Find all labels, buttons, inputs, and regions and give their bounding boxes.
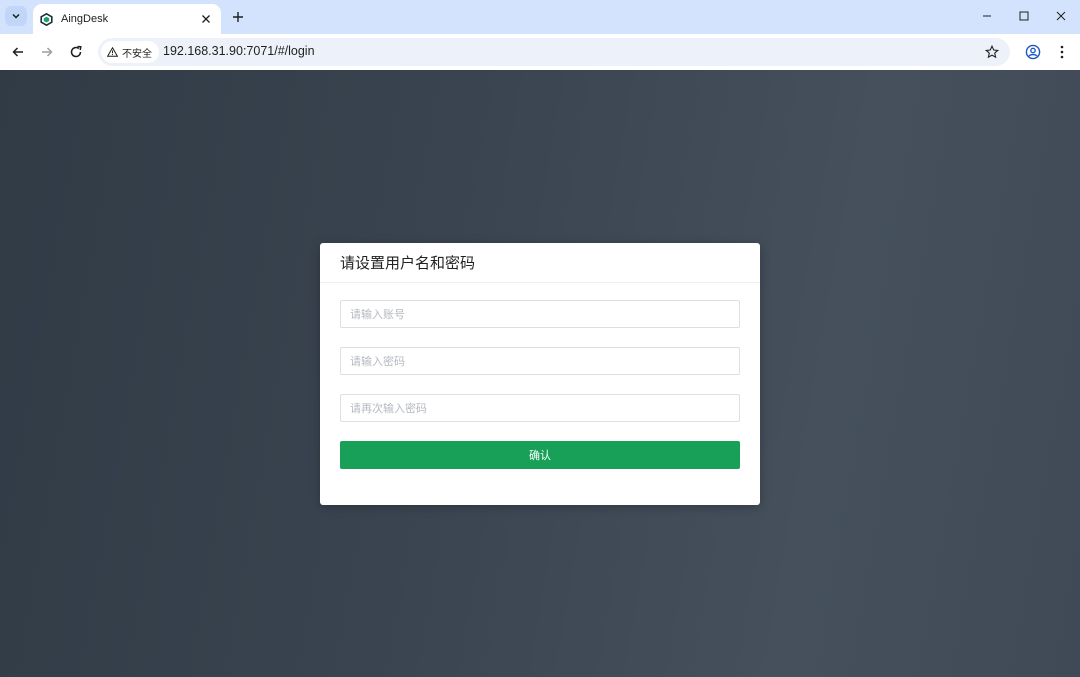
close-window-icon (1056, 11, 1066, 21)
reload-icon (70, 45, 82, 58)
tab-strip: AingDesk (0, 0, 1080, 34)
profile-icon (1025, 44, 1041, 60)
aingdesk-favicon-icon (40, 12, 53, 26)
password-input[interactable] (340, 347, 740, 375)
arrow-left-icon (12, 47, 23, 57)
minimize-button[interactable] (974, 6, 1000, 26)
security-label: 不安全 (122, 48, 152, 60)
tab-search-button[interactable] (5, 6, 27, 26)
url-text[interactable]: 192.168.31.90:7071/#/login (163, 44, 315, 58)
active-tab[interactable]: AingDesk (33, 4, 221, 34)
arrow-right-icon (42, 47, 53, 57)
page-viewport: 请设置用户名和密码 确认 (0, 70, 1080, 677)
new-tab-button[interactable] (228, 7, 248, 27)
login-title: 请设置用户名和密码 (340, 254, 476, 272)
profile-button[interactable] (1021, 40, 1045, 64)
tab-title: AingDesk (61, 13, 109, 25)
chevron-down-icon (12, 13, 20, 19)
close-window-button[interactable] (1048, 6, 1074, 26)
confirm-button[interactable]: 确认 (340, 441, 740, 469)
maximize-button[interactable] (1011, 6, 1037, 26)
plus-icon (233, 12, 243, 22)
confirm-password-input[interactable] (340, 394, 740, 422)
login-card-header: 请设置用户名和密码 (320, 243, 760, 283)
maximize-icon (1019, 11, 1029, 21)
warning-triangle-icon (107, 47, 118, 57)
username-input[interactable] (340, 300, 740, 328)
forward-button[interactable] (35, 40, 59, 64)
minimize-icon (983, 15, 991, 17)
reload-button[interactable] (64, 40, 88, 64)
address-bar[interactable]: 不安全 192.168.31.90:7071/#/login (98, 38, 1010, 66)
star-icon[interactable] (984, 44, 1000, 60)
security-indicator[interactable]: 不安全 (101, 41, 159, 63)
browser-menu-button[interactable] (1050, 40, 1074, 64)
more-vert-icon (1060, 45, 1064, 59)
login-card: 请设置用户名和密码 确认 (320, 243, 760, 505)
back-button[interactable] (6, 40, 30, 64)
close-icon[interactable] (197, 10, 215, 28)
browser-toolbar: 不安全 192.168.31.90:7071/#/login (0, 34, 1080, 70)
